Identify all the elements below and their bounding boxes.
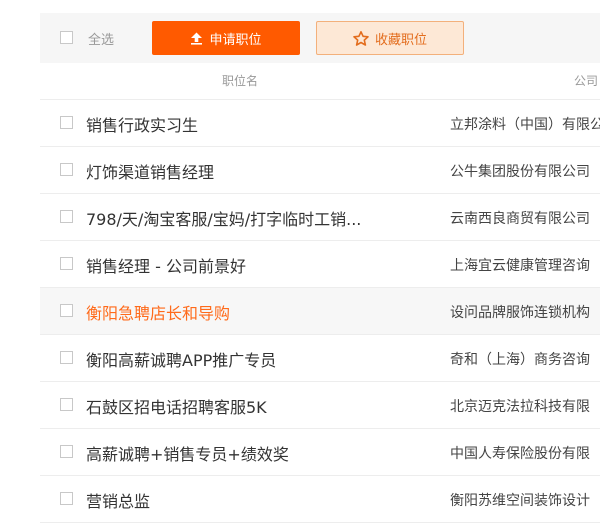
job-title-link[interactable]: 销售经理 - 公司前景好 — [86, 253, 246, 277]
company-link[interactable]: 北京迈克法拉科技有限 — [450, 396, 600, 416]
table-row[interactable]: 销售经理 - 公司前景好 上海宜云健康管理咨询 — [40, 241, 600, 288]
favorite-button-label: 收藏职位 — [374, 32, 427, 48]
row-checkbox[interactable] — [60, 163, 73, 176]
job-title-link[interactable]: 销售行政实习生 — [86, 112, 198, 136]
job-title-link[interactable]: 高薪诚聘+销售专员+绩效奖 — [86, 441, 289, 465]
favorite-button[interactable]: 收藏职位 — [316, 21, 464, 55]
table-row[interactable]: 销售行政实习生 立邦涂料（中国）有限公司 — [40, 100, 600, 147]
select-all-checkbox[interactable] — [60, 31, 73, 44]
star-icon — [353, 30, 369, 46]
apply-button-label: 申请职位 — [209, 32, 262, 48]
company-link[interactable]: 云南西良商贸有限公司 — [450, 208, 600, 228]
row-checkbox[interactable] — [60, 492, 73, 505]
company-link[interactable]: 公牛集团股份有限公司 — [450, 161, 600, 181]
table-row[interactable]: 灯饰渠道销售经理 公牛集团股份有限公司 — [40, 147, 600, 194]
row-checkbox[interactable] — [60, 210, 73, 223]
company-link[interactable]: 设问品牌服饰连锁机构 — [450, 302, 600, 322]
toolbar: 全选 申请职位 收藏职位 — [40, 13, 600, 63]
company-link[interactable]: 中国人寿保险股份有限 — [450, 443, 600, 463]
row-checkbox[interactable] — [60, 351, 73, 364]
company-link[interactable]: 衡阳苏维空间装饰设计 — [450, 490, 600, 510]
row-checkbox[interactable] — [60, 304, 73, 317]
table-row[interactable]: 798/天/淘宝客服/宝妈/打字临时工销... 云南西良商贸有限公司 — [40, 194, 600, 241]
company-link[interactable]: 奇和（上海）商务咨询 — [450, 349, 600, 369]
select-all-label[interactable]: 全选 — [88, 29, 114, 48]
job-title-link[interactable]: 石鼓区招电话招聘客服5K — [86, 394, 267, 418]
job-title-link[interactable]: 衡阳高薪诚聘APP推广专员 — [86, 347, 276, 371]
table-row-highlighted[interactable]: 衡阳急聘店长和导购 设问品牌服饰连锁机构 — [40, 288, 600, 335]
column-header-company: 公司 — [574, 74, 599, 88]
table-row[interactable]: 高薪诚聘+销售专员+绩效奖 中国人寿保险股份有限 — [40, 429, 600, 476]
job-title-link[interactable]: 衡阳急聘店长和导购 — [86, 300, 230, 324]
table-row[interactable]: 营销总监 衡阳苏维空间装饰设计 — [40, 476, 600, 523]
company-link[interactable]: 立邦涂料（中国）有限公司 — [450, 114, 600, 134]
job-title-link[interactable]: 798/天/淘宝客服/宝妈/打字临时工销... — [86, 206, 361, 230]
table-header: 职位名 公司 — [40, 63, 600, 100]
job-title-link[interactable]: 营销总监 — [86, 488, 150, 512]
apply-button[interactable]: 申请职位 — [152, 21, 300, 55]
column-header-position: 职位名 — [221, 74, 258, 88]
row-checkbox[interactable] — [60, 445, 73, 458]
row-checkbox[interactable] — [60, 257, 73, 270]
upload-arrow-icon — [190, 32, 203, 45]
row-checkbox[interactable] — [60, 116, 73, 129]
job-list: 销售行政实习生 立邦涂料（中国）有限公司 灯饰渠道销售经理 公牛集团股份有限公司… — [40, 100, 600, 523]
job-title-link[interactable]: 灯饰渠道销售经理 — [86, 159, 214, 183]
row-checkbox[interactable] — [60, 398, 73, 411]
company-link[interactable]: 上海宜云健康管理咨询 — [450, 255, 600, 275]
table-row[interactable]: 衡阳高薪诚聘APP推广专员 奇和（上海）商务咨询 — [40, 335, 600, 382]
table-row[interactable]: 石鼓区招电话招聘客服5K 北京迈克法拉科技有限 — [40, 382, 600, 429]
